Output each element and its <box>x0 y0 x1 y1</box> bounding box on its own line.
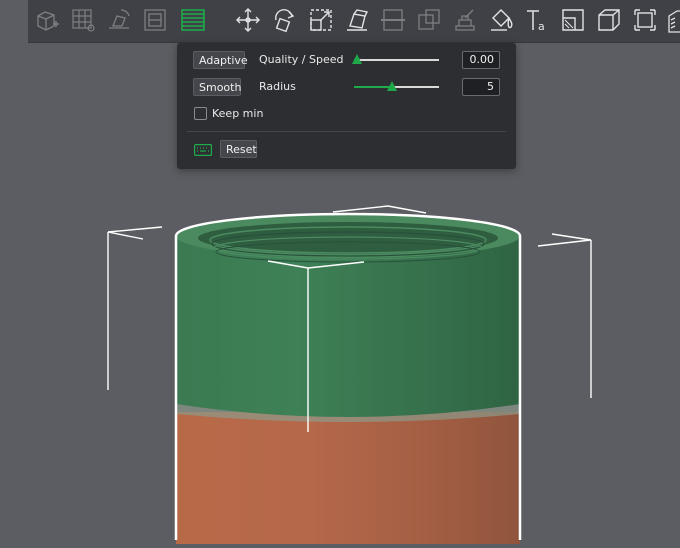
panel-divider <box>187 131 506 132</box>
quality-speed-value[interactable]: 0.00 <box>462 51 500 69</box>
fuzzy-skin-icon[interactable] <box>664 5 680 35</box>
top-toolbar: a <box>28 0 680 43</box>
boolean-icon[interactable] <box>414 5 444 35</box>
measure-icon[interactable] <box>630 5 660 35</box>
slider-thumb[interactable] <box>387 81 398 91</box>
quality-speed-slider[interactable] <box>351 53 439 67</box>
svg-text:a: a <box>538 20 545 33</box>
color-paint-icon[interactable] <box>486 5 516 35</box>
keyboard-icon <box>194 144 212 159</box>
variable-layer-height-panel: Adaptive Quality / Speed 0.00 Smooth Rad… <box>177 43 516 169</box>
text-icon[interactable]: a <box>522 5 552 35</box>
rotate-icon[interactable] <box>269 5 299 35</box>
slider-track <box>354 59 439 61</box>
seam-paint-icon[interactable] <box>558 5 588 35</box>
assembly-icon[interactable] <box>594 5 624 35</box>
lay-on-face-icon[interactable] <box>342 5 372 35</box>
cut-icon[interactable] <box>378 5 408 35</box>
arrange-icon[interactable] <box>68 5 98 35</box>
slider-thumb[interactable] <box>351 54 362 64</box>
layers-icon[interactable] <box>140 5 170 35</box>
quality-speed-label: Quality / Speed <box>259 53 344 66</box>
scale-icon[interactable] <box>306 5 336 35</box>
keep-min-label: Keep min <box>212 107 264 120</box>
radius-label: Radius <box>259 80 296 93</box>
move-icon[interactable] <box>233 5 263 35</box>
radius-value[interactable]: 5 <box>462 78 500 96</box>
adaptive-button[interactable]: Adaptive <box>193 51 248 69</box>
variable-layer-height-icon[interactable] <box>178 5 208 35</box>
add-object-icon[interactable] <box>32 5 62 35</box>
keep-min-checkbox[interactable] <box>194 107 207 120</box>
orient-icon[interactable] <box>104 5 134 35</box>
support-paint-icon[interactable] <box>450 5 480 35</box>
radius-slider[interactable] <box>354 80 439 94</box>
smooth-button[interactable]: Smooth <box>193 78 241 96</box>
reset-button[interactable]: Reset <box>220 140 257 158</box>
